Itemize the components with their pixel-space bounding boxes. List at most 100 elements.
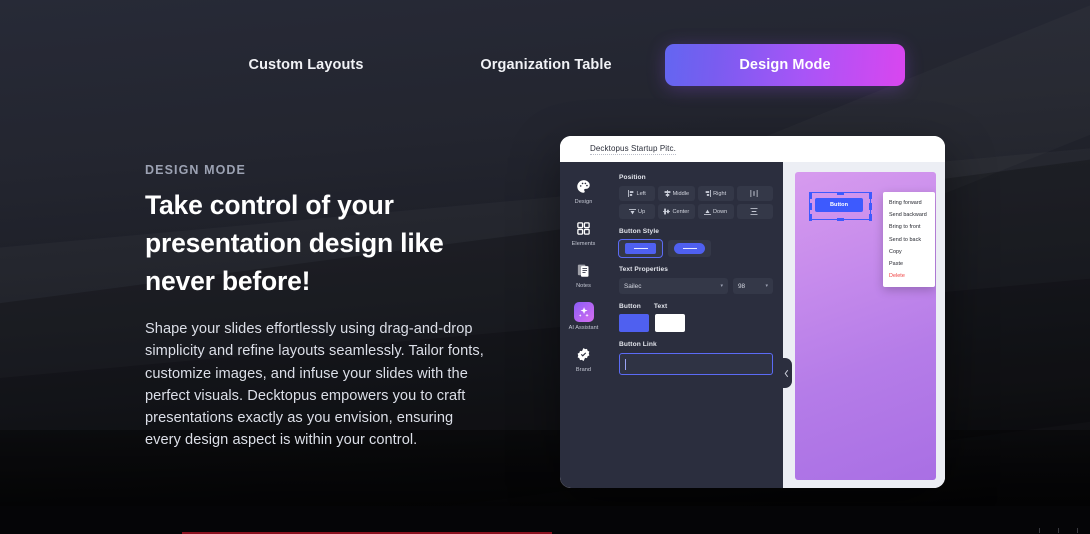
tick-mark bbox=[1039, 528, 1040, 533]
distribute-h-icon bbox=[750, 190, 758, 197]
align-center-v-icon bbox=[663, 208, 671, 215]
context-menu-item-send-backward[interactable]: Send backward bbox=[883, 209, 935, 221]
align-up-button[interactable]: Up bbox=[619, 204, 656, 219]
position-button-label: Center bbox=[672, 208, 690, 215]
context-menu-item-copy[interactable]: Copy bbox=[883, 246, 935, 258]
color-swatch-row bbox=[619, 314, 773, 332]
align-down-button[interactable]: Down bbox=[697, 204, 734, 219]
align-left-button[interactable]: Left bbox=[619, 186, 656, 201]
sidebar-item-design[interactable]: Design bbox=[560, 176, 607, 205]
align-right-button[interactable]: Right bbox=[697, 186, 734, 201]
position-button-label: Middle bbox=[672, 190, 690, 197]
square-button-preview bbox=[625, 243, 656, 254]
font-size-value: 98 bbox=[738, 282, 746, 290]
bottom-bar bbox=[0, 506, 1090, 534]
chevron-down-icon: ▾ bbox=[765, 283, 768, 289]
resize-handle-top[interactable] bbox=[836, 191, 844, 195]
align-center-h-icon bbox=[664, 190, 671, 197]
pill-button-preview bbox=[674, 243, 705, 254]
badge-check-icon bbox=[574, 344, 594, 364]
context-menu-item-send-to-back[interactable]: Send to back bbox=[883, 234, 935, 246]
sidebar-item-label: AI Assistant bbox=[568, 325, 599, 331]
button-style-options bbox=[618, 239, 773, 258]
distribute-vertical-button[interactable] bbox=[736, 204, 773, 219]
color-labels-row: Button Text bbox=[619, 303, 773, 310]
align-left-icon bbox=[628, 190, 634, 197]
tab-label: Custom Layouts bbox=[248, 57, 364, 73]
position-section-label: Position bbox=[619, 174, 646, 181]
slide-canvas[interactable]: Button Bring forward Send backward Bring… bbox=[783, 162, 945, 488]
properties-panel: Position Left Middle Right Up Center Dow… bbox=[607, 162, 792, 488]
resize-handle-right[interactable] bbox=[868, 202, 872, 210]
text-properties-label: Text Properties bbox=[619, 266, 669, 273]
align-bottom-icon bbox=[703, 209, 711, 215]
text-caret bbox=[625, 358, 626, 370]
position-button-label: Left bbox=[636, 190, 646, 197]
button-style-label: Button Style bbox=[619, 228, 660, 235]
sidebar-item-label: Notes bbox=[576, 283, 591, 289]
context-menu-item-paste[interactable]: Paste bbox=[883, 258, 935, 270]
grid-squares-icon bbox=[574, 218, 594, 238]
app-body: Design Elements Notes AI Assistant Brand… bbox=[560, 162, 945, 488]
context-menu: Bring forward Send backward Bring to fro… bbox=[883, 192, 935, 288]
align-center-button[interactable]: Center bbox=[658, 204, 695, 219]
slide-button-label: Button bbox=[829, 202, 849, 208]
font-size-select[interactable]: 98 ▾ bbox=[733, 278, 773, 294]
notes-icon bbox=[574, 260, 594, 280]
palette-icon bbox=[574, 176, 594, 196]
button-style-square[interactable] bbox=[618, 239, 663, 258]
slide-button-element[interactable]: Button bbox=[815, 198, 863, 212]
feature-description: Shape your slides effortlessly using dra… bbox=[145, 321, 484, 449]
presentation-title[interactable]: Decktopus Startup Pitc. bbox=[590, 144, 676, 155]
section-eyebrow: DESIGN MODE bbox=[145, 163, 246, 177]
chevron-left-icon bbox=[784, 369, 789, 378]
feature-copy: DESIGN MODE Take control of your present… bbox=[145, 163, 493, 452]
context-menu-item-bring-to-front[interactable]: Bring to front bbox=[883, 221, 935, 233]
tab-label: Design Mode bbox=[739, 57, 831, 73]
tab-custom-layouts[interactable]: Custom Layouts bbox=[196, 44, 416, 86]
resize-handle-bottom[interactable] bbox=[836, 217, 844, 221]
context-menu-item-bring-forward[interactable]: Bring forward bbox=[883, 197, 935, 209]
sparkle-icon bbox=[573, 302, 594, 322]
sidebar-item-label: Elements bbox=[571, 241, 596, 247]
position-button-label: Down bbox=[712, 208, 728, 215]
button-color-swatch[interactable] bbox=[619, 314, 649, 332]
app-titlebar: Decktopus Startup Pitc. bbox=[560, 136, 945, 162]
chevron-down-icon: ▾ bbox=[720, 283, 723, 289]
font-family-select[interactable]: Sailec ▾ bbox=[619, 278, 728, 294]
page-title: Take control of your presentation design… bbox=[145, 190, 444, 296]
distribute-horizontal-button[interactable] bbox=[736, 186, 773, 201]
sidebar-item-label: Design bbox=[574, 199, 593, 205]
button-link-label: Button Link bbox=[619, 341, 657, 348]
distribute-v-icon bbox=[750, 208, 758, 215]
resize-handle-bottom-right[interactable] bbox=[868, 213, 872, 221]
context-menu-item-delete[interactable]: Delete bbox=[883, 270, 935, 282]
align-top-icon bbox=[629, 208, 637, 215]
font-family-value: Sailec bbox=[624, 282, 642, 290]
sidebar-item-label: Brand bbox=[575, 367, 592, 373]
app-sidebar-rail: Design Elements Notes AI Assistant Brand bbox=[560, 162, 607, 488]
resize-handle-top-left[interactable] bbox=[808, 191, 812, 199]
resize-handle-left[interactable] bbox=[808, 202, 812, 210]
tab-organization-table[interactable]: Organization Table bbox=[436, 44, 656, 86]
position-button-label: Up bbox=[638, 208, 646, 215]
resize-handle-bottom-left[interactable] bbox=[808, 213, 812, 221]
slide-surface[interactable]: Button Bring forward Send backward Bring… bbox=[795, 172, 936, 480]
button-link-input[interactable] bbox=[619, 353, 773, 375]
tab-label: Organization Table bbox=[480, 57, 612, 73]
tab-design-mode[interactable]: Design Mode bbox=[665, 44, 905, 86]
text-properties-row: Sailec ▾ 98 ▾ bbox=[619, 278, 773, 294]
sidebar-item-ai-assistant[interactable]: AI Assistant bbox=[560, 302, 607, 331]
position-button-label: Right bbox=[713, 190, 727, 197]
sidebar-item-notes[interactable]: Notes bbox=[560, 260, 607, 289]
resize-handle-top-right[interactable] bbox=[868, 191, 872, 199]
text-color-swatch[interactable] bbox=[655, 314, 685, 332]
button-style-pill[interactable] bbox=[668, 240, 711, 257]
sidebar-item-elements[interactable]: Elements bbox=[560, 218, 607, 247]
tick-marks bbox=[1039, 528, 1078, 533]
panel-collapse-handle[interactable] bbox=[781, 358, 792, 388]
app-mockup: Decktopus Startup Pitc. Design Elements … bbox=[560, 136, 945, 488]
align-middle-button[interactable]: Middle bbox=[658, 186, 695, 201]
sidebar-item-brand[interactable]: Brand bbox=[560, 344, 607, 373]
tick-mark bbox=[1058, 528, 1059, 533]
